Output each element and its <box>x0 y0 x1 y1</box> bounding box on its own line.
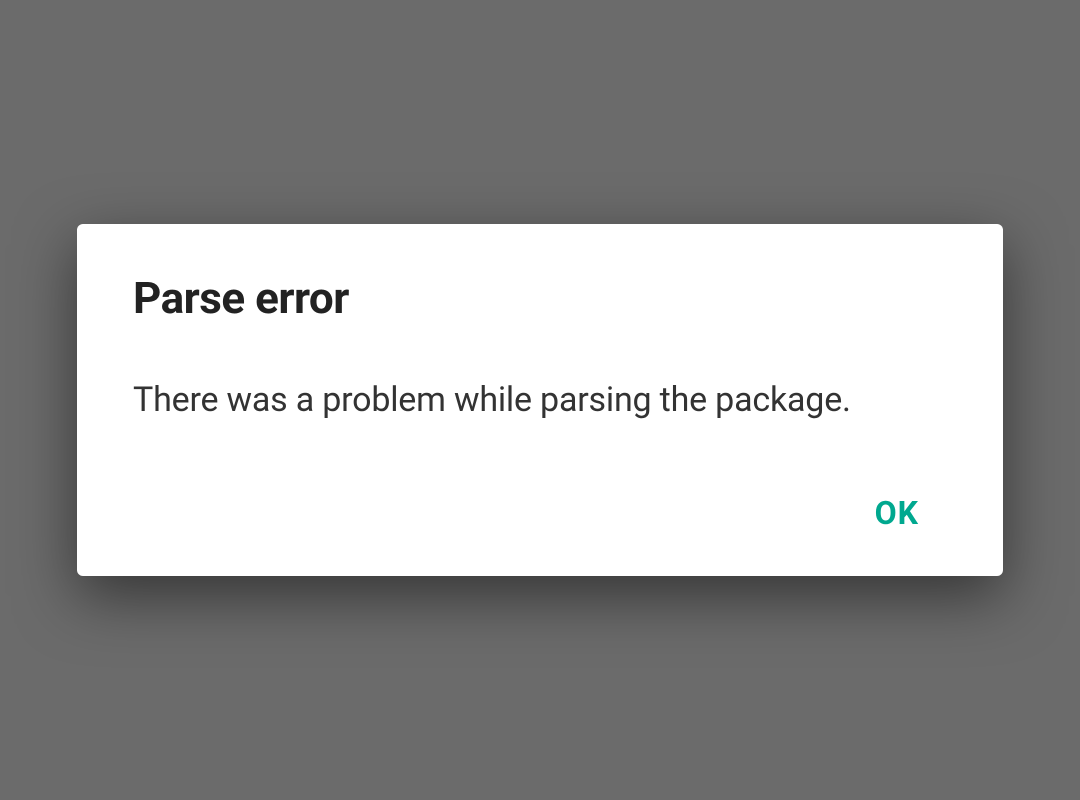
dialog-title: Parse error <box>133 272 947 324</box>
dialog-actions: OK <box>133 486 947 548</box>
ok-button[interactable]: OK <box>859 486 935 540</box>
dialog-message: There was a problem while parsing the pa… <box>133 376 947 425</box>
error-dialog: Parse error There was a problem while pa… <box>77 224 1003 575</box>
